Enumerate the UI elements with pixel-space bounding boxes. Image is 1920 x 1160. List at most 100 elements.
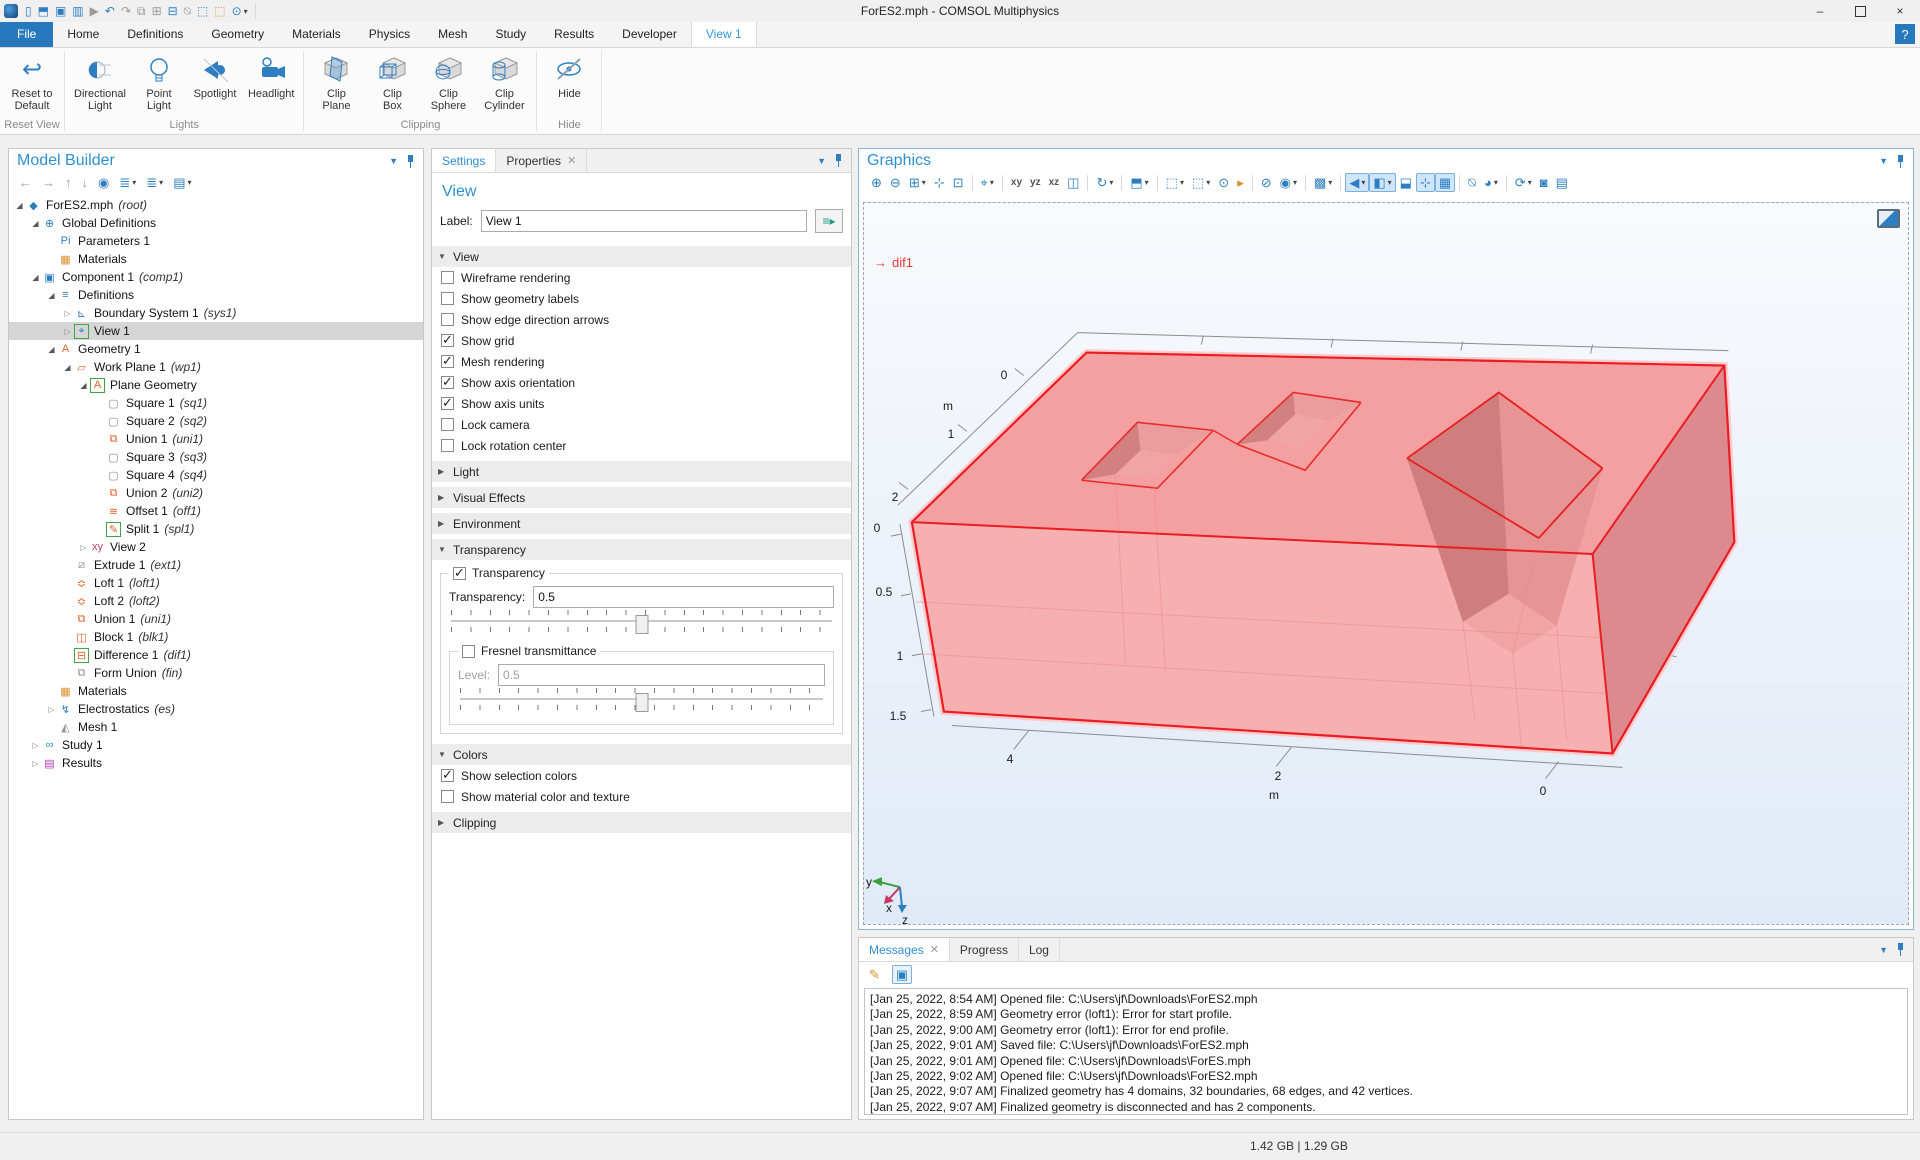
transparency-icon[interactable]: ▩ ▾ — [1310, 173, 1336, 192]
print-icon[interactable]: ▤ ▾ — [1552, 173, 1572, 192]
scene-icon[interactable]: ⬒ ▾ — [1126, 173, 1152, 192]
view-section-header[interactable]: ▼ View — [432, 246, 851, 267]
tree-item[interactable]: ≡ Definitions — [9, 286, 423, 304]
ribbon-tab[interactable]: Developer — [608, 22, 691, 47]
build-preview-icon[interactable]: ⬚ ▾ — [211, 3, 228, 20]
tree-item[interactable]: A Plane Geometry — [9, 376, 423, 394]
tool-icon[interactable]: ▾ — [255, 3, 256, 19]
tree-item[interactable]: ⧉ Union 2 (uni2) — [9, 484, 423, 502]
colors-section-header[interactable]: ▼ Colors — [432, 744, 851, 765]
tool-icon[interactable]: ▾ — [1340, 175, 1341, 191]
checkbox[interactable] — [441, 334, 454, 347]
expand-all-icon[interactable]: ≣ ▾ — [142, 173, 167, 192]
headlight-button[interactable]: Headlight — [243, 50, 299, 102]
tree-item[interactable]: ▢ Square 3 (sq3) — [9, 448, 423, 466]
zoom-selected-icon[interactable]: ⊙ ▾ — [1214, 173, 1233, 192]
tree-expander-icon[interactable] — [45, 705, 58, 714]
tree-item[interactable]: ∞ Study 1 — [9, 736, 423, 754]
deselect-box-icon[interactable]: ⬚ ▾ — [1188, 173, 1214, 192]
ribbon-tab[interactable]: Definitions — [113, 22, 197, 47]
tool-icon[interactable]: ▾ — [972, 175, 973, 191]
tool-icon[interactable]: ▾ — [1305, 175, 1306, 191]
open-file-icon[interactable]: ⬒ ▾ — [35, 3, 52, 20]
center-view-icon[interactable]: ⊹ ▾ — [930, 173, 949, 192]
tool-icon[interactable]: ▾ — [1087, 175, 1088, 191]
tree-item[interactable]: ↯ Electrostatics (es) — [9, 700, 423, 718]
checkbox[interactable] — [441, 397, 454, 410]
tree-item[interactable]: ▢ Square 2 (sq2) — [9, 412, 423, 430]
new-file-icon[interactable]: ▯ ▾ — [22, 3, 35, 20]
save-as-icon[interactable]: ▥ ▾ — [69, 3, 86, 20]
ribbon-tab[interactable]: Geometry — [197, 22, 278, 47]
default-view-icon[interactable]: ⌖ ▾ — [977, 173, 998, 192]
find-icon[interactable]: ⊙ ▾ — [229, 3, 251, 20]
axis-orientation-icon[interactable]: ⊹ ▾ — [1416, 173, 1435, 192]
tree-item[interactable]: ✎ Split 1 (spl1) — [9, 520, 423, 538]
checkbox[interactable] — [441, 376, 454, 389]
tree-item[interactable]: ◫ Block 1 (blk1) — [9, 628, 423, 646]
tree-item[interactable]: ⧄ Extrude 1 (ext1) — [9, 556, 423, 574]
select-marquee-icon[interactable]: ⬚ ▾ — [194, 3, 211, 20]
tool-icon[interactable]: ▾ — [1252, 175, 1253, 191]
tree-item[interactable]: ▢ Square 4 (sq4) — [9, 466, 423, 484]
plot-window-icon[interactable] — [1877, 209, 1900, 228]
hide-button[interactable]: Hide — [541, 50, 597, 102]
ribbon-tab[interactable]: Study — [481, 22, 540, 47]
zoom-out-icon[interactable]: ⊖ ▾ — [886, 173, 905, 192]
yz-view-icon[interactable]: yz ▾ — [1026, 173, 1045, 192]
close-tab-icon[interactable]: ✕ — [930, 943, 939, 956]
nav-back-icon[interactable]: ← ▾ — [15, 173, 36, 192]
tree-settings-icon[interactable]: ▤ ▾ — [169, 173, 195, 192]
zoom-in-icon[interactable]: ⊕ ▾ — [867, 173, 886, 192]
rename-button[interactable]: ≡▸ — [815, 209, 843, 233]
ribbon-tab[interactable]: File — [0, 22, 53, 47]
tree-item[interactable]: ⊾ Boundary System 1 (sys1) — [9, 304, 423, 322]
pin-icon[interactable] — [406, 155, 415, 168]
checkbox-row[interactable]: Show edge direction arrows — [432, 309, 851, 330]
panel-menu-icon[interactable]: ▼ — [389, 156, 398, 166]
checkbox[interactable] — [441, 439, 454, 452]
tree-item[interactable]: ≋ Offset 1 (off1) — [9, 502, 423, 520]
tree-item[interactable]: ⧉ Union 1 (uni1) — [9, 430, 423, 448]
refresh-icon[interactable]: ⟳ ▾ — [1511, 173, 1536, 192]
tree-item[interactable]: Pi Parameters 1 — [9, 232, 423, 250]
tree-item[interactable]: ▱ Work Plane 1 (wp1) — [9, 358, 423, 376]
tab-settings[interactable]: Settings — [432, 149, 496, 172]
spotlight-button[interactable]: Spotlight — [187, 50, 243, 102]
checkbox[interactable] — [441, 769, 454, 782]
redo-icon[interactable]: ↷ ▾ — [118, 3, 134, 20]
pin-icon[interactable] — [1896, 943, 1905, 956]
select-pointer-icon[interactable]: ▸ ▾ — [1233, 173, 1248, 192]
panel-menu-icon[interactable]: ▼ — [1879, 156, 1888, 166]
collapsed-section-header[interactable]: ▶ Light — [432, 461, 851, 482]
tree-item[interactable]: ▤ Results — [9, 754, 423, 772]
tree-item[interactable]: ◆ ForES2.mph (root) — [9, 196, 423, 214]
checkbox-row[interactable]: Show axis units — [432, 393, 851, 414]
tree-item[interactable]: ⊕ Global Definitions — [9, 214, 423, 232]
slider-thumb[interactable] — [635, 615, 648, 634]
xy-view-icon[interactable]: xy ▾ — [1007, 173, 1026, 192]
clipping-section-header[interactable]: ▶ Clipping — [432, 812, 851, 833]
tree-expander-icon[interactable] — [45, 291, 58, 300]
reset-to-default-button[interactable]: ↩ Reset to Default — [4, 50, 60, 114]
tree-item[interactable]: ▣ Component 1 (comp1) — [9, 268, 423, 286]
tree-expander-icon[interactable] — [61, 363, 74, 372]
select-box-icon[interactable]: ⬚ ▾ — [1162, 173, 1188, 192]
point-light-button[interactable]: Point Light — [131, 50, 187, 114]
ribbon-tab[interactable]: View 1 — [691, 22, 757, 47]
clip-sphere-button[interactable]: Clip Sphere — [420, 50, 476, 114]
label-input[interactable] — [481, 210, 807, 232]
pin-icon[interactable] — [1896, 155, 1905, 168]
checkbox[interactable] — [441, 292, 454, 305]
slider-thumb[interactable] — [635, 693, 648, 712]
checkbox[interactable] — [441, 313, 454, 326]
tool-icon[interactable]: ▾ — [1506, 175, 1507, 191]
paste-icon[interactable]: ⊞ ▾ — [149, 3, 165, 20]
checkbox[interactable] — [441, 271, 454, 284]
ribbon-tab[interactable]: Physics — [355, 22, 424, 47]
tab-log[interactable]: Log — [1019, 938, 1060, 961]
tree-item[interactable]: A Geometry 1 — [9, 340, 423, 358]
tree-expander-icon[interactable] — [61, 327, 74, 336]
tree-expander-icon[interactable] — [77, 543, 90, 552]
transparency-checkbox[interactable] — [453, 567, 466, 580]
